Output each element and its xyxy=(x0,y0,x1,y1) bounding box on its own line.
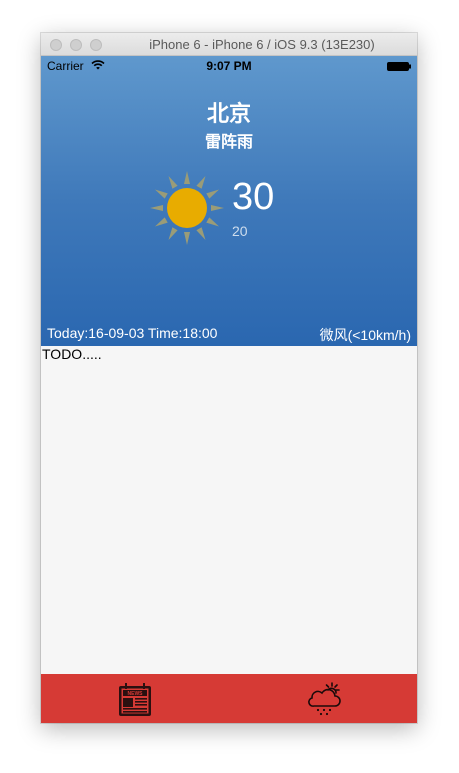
zoom-window-button[interactable] xyxy=(90,39,102,51)
weather-header: Carrier 9:07 PM 北京 雷阵雨 30 20 Today:16-09… xyxy=(41,56,417,346)
status-time: 9:07 PM xyxy=(206,59,252,73)
battery-icon xyxy=(387,62,411,71)
update-date-time: Today:16-09-03 Time:18:00 xyxy=(47,325,218,341)
current-temperature: 30 xyxy=(232,176,275,218)
window-titlebar: iPhone 6 - iPhone 6 / iOS 9.3 (13E230) xyxy=(41,33,417,56)
phone-screen: Carrier 9:07 PM 北京 雷阵雨 30 20 Today:16-09… xyxy=(41,56,417,723)
weather-cloud-icon xyxy=(308,682,341,716)
low-temperature: 20 xyxy=(232,223,248,239)
sun-icon xyxy=(150,171,224,245)
minimize-window-button[interactable] xyxy=(70,39,82,51)
simulator-window: iPhone 6 - iPhone 6 / iOS 9.3 (13E230) C… xyxy=(41,33,417,723)
tab-weather[interactable] xyxy=(229,674,417,723)
svg-text:NEWS: NEWS xyxy=(128,691,144,697)
tab-bar: NEWS xyxy=(41,674,417,723)
city-name: 北京 xyxy=(206,101,251,126)
wind-info: 微风(<10km/h) xyxy=(319,327,411,343)
close-window-button[interactable] xyxy=(50,39,62,51)
tab-news[interactable]: NEWS xyxy=(41,674,229,723)
weather-condition: 雷阵雨 xyxy=(204,134,253,151)
status-bar: Carrier 9:07 PM xyxy=(41,56,417,76)
todo-placeholder: TODO..... xyxy=(42,346,102,362)
window-title: iPhone 6 - iPhone 6 / iOS 9.3 (13E230) xyxy=(149,37,375,52)
news-icon: NEWS xyxy=(119,683,151,716)
